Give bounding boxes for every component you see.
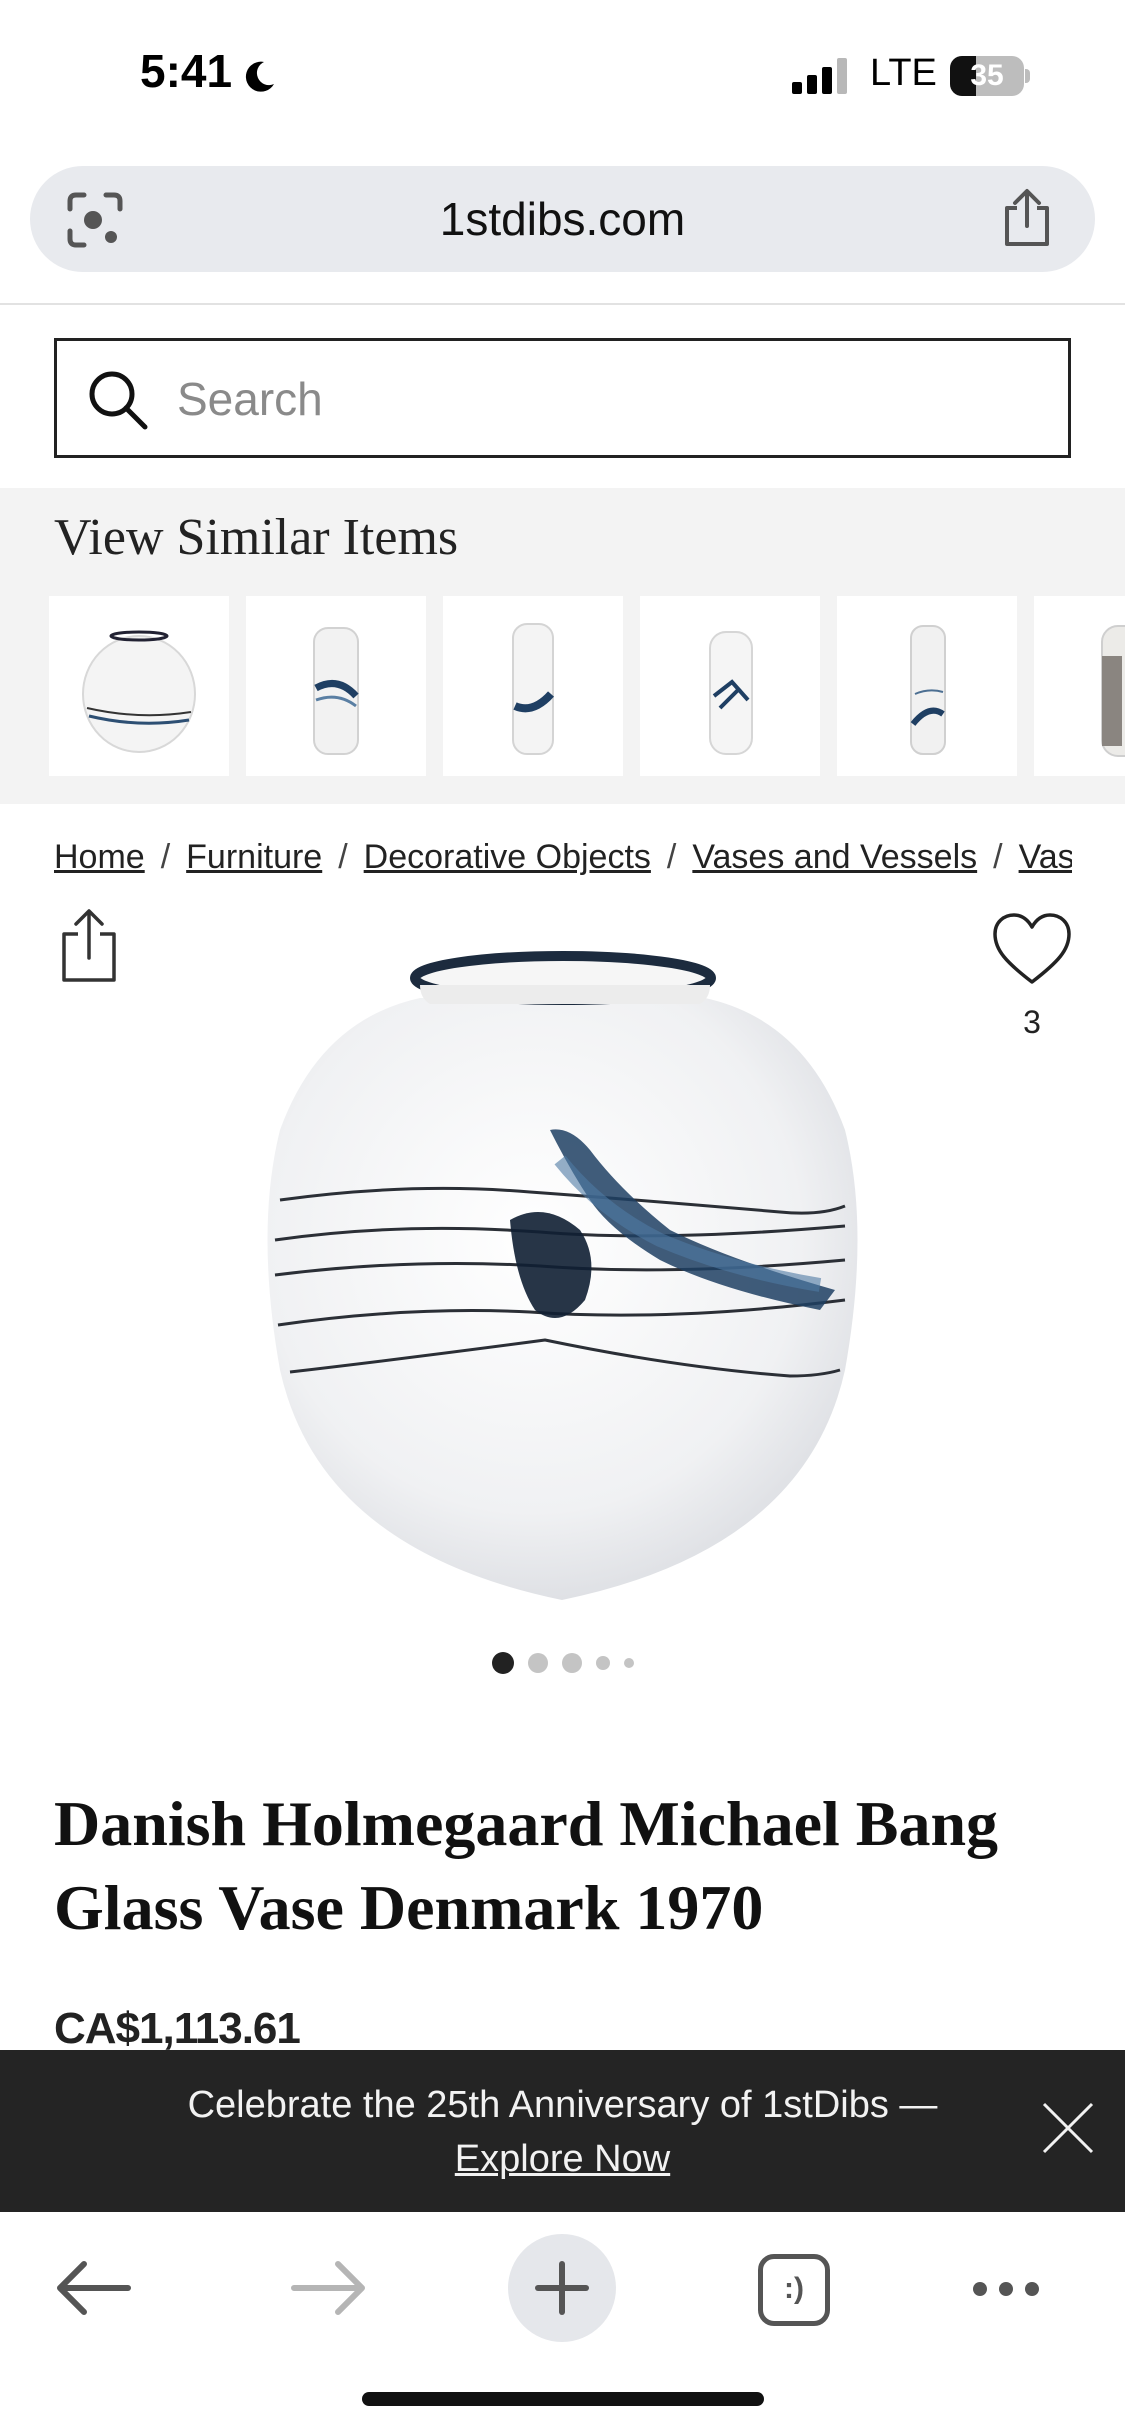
share-icon[interactable] (58, 908, 120, 984)
breadcrumb-separator: / (160, 838, 171, 876)
vase-thumbnail (1101, 625, 1125, 757)
breadcrumb-home[interactable]: Home (54, 838, 145, 876)
image-dot[interactable] (623, 1658, 634, 1668)
similar-item[interactable] (1034, 596, 1125, 776)
vase-thumbnail (82, 630, 196, 753)
similar-item[interactable] (49, 596, 229, 776)
product-image[interactable] (260, 930, 865, 1610)
product-price: CA$1,113.61 (54, 2004, 301, 2053)
battery-icon: 35 (950, 56, 1030, 96)
breadcrumb-decorative-objects[interactable]: Decorative Objects (364, 838, 651, 876)
breadcrumb-separator: / (993, 838, 1003, 876)
vase-thumbnail (313, 627, 359, 755)
breadcrumb: Home / Furniture / Decorative Objects / Vases … (54, 838, 1072, 882)
home-indicator (362, 2392, 764, 2406)
vase-thumbnail (512, 623, 554, 755)
lens-icon[interactable] (66, 191, 124, 249)
network-type: LTE (870, 52, 937, 94)
explore-now-link[interactable]: Explore Now (455, 2138, 670, 2180)
address-bar[interactable]: 1stdibs.com (30, 166, 1095, 272)
battery-level: 35 (970, 59, 1004, 92)
similar-items-title: View Similar Items (54, 509, 459, 566)
image-pagination (0, 1652, 1125, 1678)
search-input[interactable] (177, 363, 1037, 435)
similar-item[interactable] (443, 596, 623, 776)
breadcrumb-separator: / (338, 838, 348, 876)
anniversary-banner: Celebrate the 25th Anniversary of 1stDib… (0, 2050, 1125, 2212)
share-icon[interactable] (999, 188, 1055, 248)
favorites-count: 3 (1023, 1004, 1041, 1040)
breadcrumb-furniture[interactable]: Furniture (186, 838, 322, 876)
similar-item[interactable] (837, 596, 1017, 776)
plus-icon (535, 2261, 589, 2315)
image-dot[interactable] (595, 1656, 610, 1670)
search-box[interactable] (54, 338, 1071, 458)
image-dot[interactable] (527, 1653, 548, 1673)
close-icon[interactable] (1040, 2100, 1096, 2156)
more-icon[interactable] (970, 2274, 1042, 2304)
vase-thumbnail (910, 625, 946, 755)
banner-message: Celebrate the 25th Anniversary of 1stDib… (187, 2084, 938, 2126)
url-text[interactable]: 1stdibs.com (30, 166, 1095, 272)
forward-arrow-icon[interactable] (290, 2260, 366, 2316)
search-icon (89, 371, 148, 430)
similar-item[interactable] (246, 596, 426, 776)
image-dot[interactable] (491, 1652, 514, 1674)
divider (0, 303, 1125, 305)
status-bar: 5:41 LTE 35 (0, 0, 1125, 150)
back-arrow-icon[interactable] (56, 2260, 132, 2316)
similar-items-section: View Similar Items (0, 488, 1125, 804)
image-dot[interactable] (561, 1653, 582, 1673)
signal-icon (792, 58, 847, 94)
moon-icon (245, 61, 274, 92)
new-tab-button[interactable] (508, 2234, 616, 2342)
vase-thumbnail (709, 631, 753, 755)
status-time: 5:41 (140, 45, 233, 97)
breadcrumb-vases[interactable]: Vases (1019, 838, 1072, 876)
product-title: Danish Holmegaard Michael Bang Glass Vas… (54, 1788, 999, 1943)
heart-icon[interactable] (992, 912, 1072, 986)
tabs-icon[interactable]: :) (758, 2254, 830, 2326)
breadcrumb-separator: / (666, 838, 677, 876)
similar-item[interactable] (640, 596, 820, 776)
breadcrumb-vases-and-vessels[interactable]: Vases and Vessels (692, 838, 977, 876)
banner-text-block: Celebrate the 25th Anniversary of 1stDib… (80, 2078, 1045, 2186)
